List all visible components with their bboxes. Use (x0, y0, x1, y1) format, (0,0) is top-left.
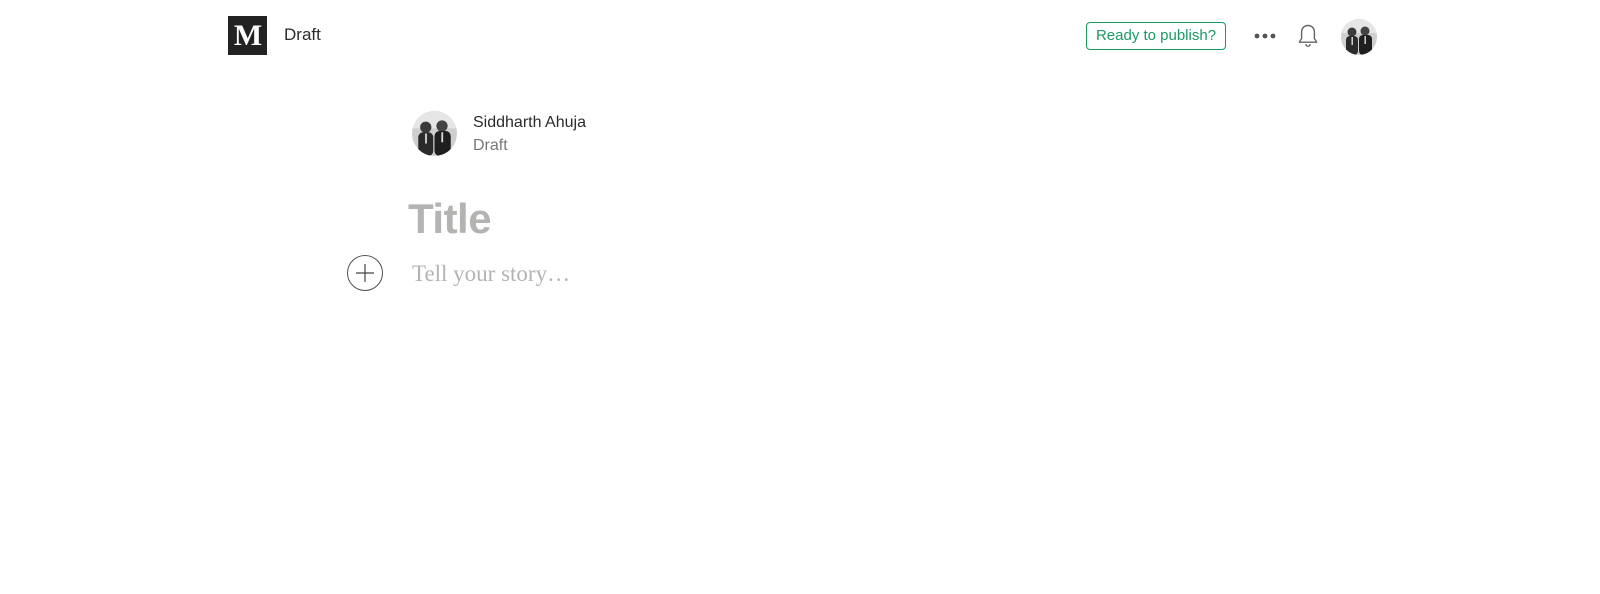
author-avatar[interactable] (412, 111, 457, 156)
top-bar: M Draft Ready to publish? (0, 0, 1600, 72)
plus-circle-icon (356, 264, 374, 282)
author-avatar-photo (412, 111, 457, 156)
medium-logo[interactable]: M (228, 16, 267, 55)
user-avatar[interactable] (1341, 19, 1377, 55)
avatar-photo (1341, 19, 1377, 55)
story-body-input[interactable]: Tell your story… (412, 258, 1212, 290)
more-horizontal-icon (1254, 33, 1276, 39)
title-input[interactable]: Title (408, 192, 1208, 246)
bell-icon (1298, 24, 1318, 48)
author-name[interactable]: Siddharth Ahuja (473, 112, 586, 134)
draft-status-label: Draft (284, 25, 321, 44)
add-content-button[interactable] (347, 255, 383, 291)
ready-to-publish-button[interactable]: Ready to publish? (1086, 22, 1226, 50)
notifications-button[interactable] (1295, 22, 1321, 50)
author-status: Draft (473, 137, 508, 154)
more-options-button[interactable] (1251, 24, 1279, 48)
